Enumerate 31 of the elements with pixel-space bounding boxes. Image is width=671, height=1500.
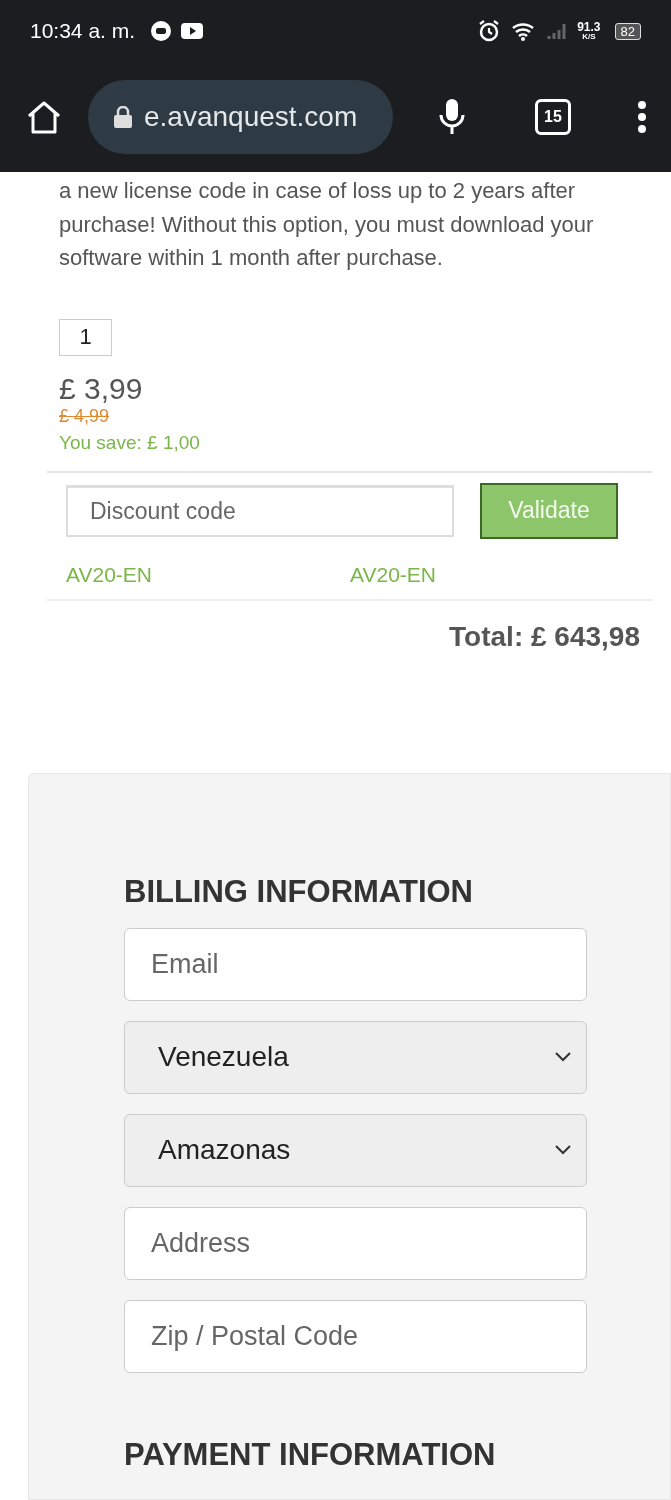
more-icon[interactable] bbox=[637, 101, 647, 133]
text-field[interactable]: Zip / Postal Code bbox=[124, 1299, 587, 1373]
clock: 10:34 a. m. bbox=[30, 19, 136, 43]
tab-count[interactable]: 15 bbox=[535, 99, 571, 135]
dropdown[interactable]: Amazonas bbox=[124, 1113, 587, 1187]
description-text: a new license code in case of loss up to 2 years after purchase! Without this option, you must download your software within 1 month after purchase. bbox=[59, 177, 595, 272]
url-text: e.avanquest.com bbox=[144, 101, 358, 133]
network-speed: 91.3 K/S bbox=[577, 21, 601, 41]
discount-code: AV20-EN bbox=[350, 562, 437, 587]
savings-text: You save: £ 1,00 bbox=[59, 431, 201, 454]
home-icon[interactable] bbox=[26, 100, 62, 134]
video-icon bbox=[181, 23, 204, 39]
discount-code: AV20-EN bbox=[66, 562, 153, 587]
total-price: Total: £ 643,98 bbox=[448, 620, 641, 653]
notification-icon bbox=[151, 21, 172, 41]
signal-icon bbox=[547, 21, 568, 41]
text-field[interactable]: Address bbox=[124, 1206, 587, 1280]
section-heading: PAYMENT INFORMATION bbox=[124, 1436, 497, 1473]
chevron-down-icon bbox=[554, 1144, 572, 1156]
battery-indicator: 82 bbox=[614, 22, 641, 40]
text-field[interactable]: Email bbox=[124, 927, 587, 1001]
section-heading: BILLING INFORMATION bbox=[124, 873, 474, 910]
microphone-icon[interactable] bbox=[439, 99, 465, 135]
quantity-field[interactable]: 1 bbox=[59, 318, 112, 356]
address-bar[interactable]: e.avanquest.com bbox=[88, 80, 393, 154]
price: £ 3,99 bbox=[59, 371, 144, 406]
lock-icon bbox=[114, 106, 132, 128]
old-price: £ 4,99 bbox=[59, 405, 111, 426]
discount-code-field[interactable]: Discount code bbox=[66, 484, 454, 537]
chevron-down-icon bbox=[554, 1051, 572, 1063]
dropdown[interactable]: Venezuela bbox=[124, 1020, 587, 1094]
